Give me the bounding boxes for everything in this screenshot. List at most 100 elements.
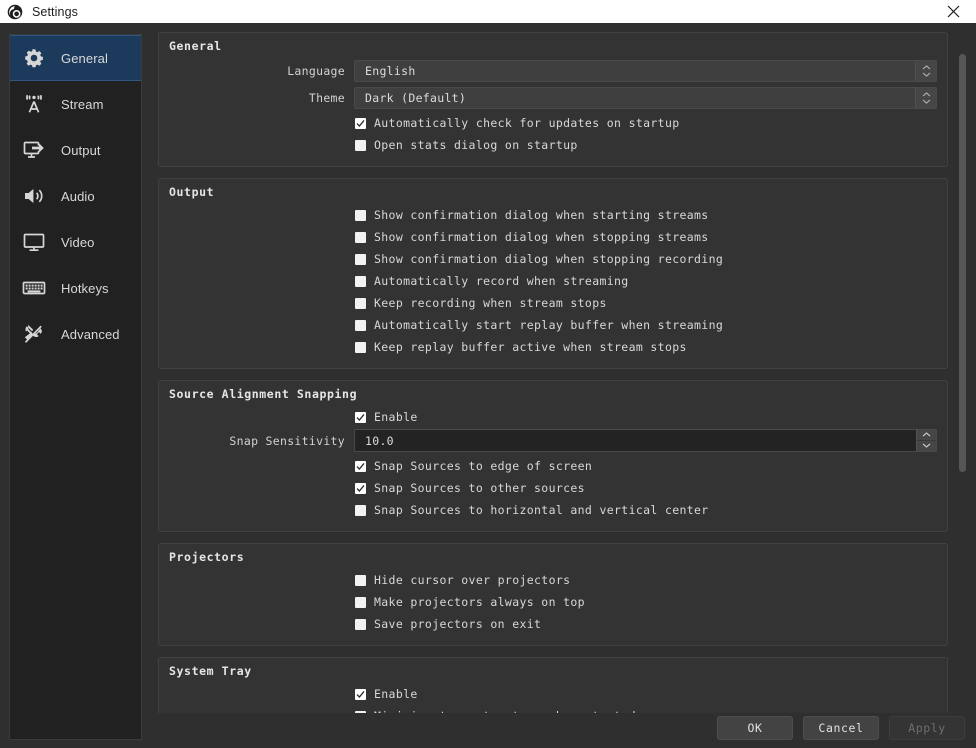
- spinbox-increment-icon[interactable]: [916, 430, 936, 441]
- field-row: Language English: [169, 58, 937, 83]
- checkbox-label: Keep recording when stream stops: [374, 296, 607, 310]
- tools-icon: [19, 319, 49, 349]
- group-title: Projectors: [169, 550, 245, 564]
- snap-sensitivity-spinbox[interactable]: 10.0: [354, 429, 937, 452]
- ok-button[interactable]: OK: [717, 716, 793, 740]
- sidebar-item-label: Output: [61, 142, 101, 158]
- spinbox-decrement-icon[interactable]: [916, 440, 936, 451]
- checkbox-checked-icon[interactable]: [355, 482, 366, 494]
- checkbox-unchecked-icon[interactable]: [355, 504, 366, 516]
- checkbox-row[interactable]: Snap Sources to horizontal and vertical …: [169, 499, 937, 521]
- chevron-up-down-icon[interactable]: [915, 60, 936, 81]
- checkbox-label: Snap Sources to horizontal and vertical …: [374, 503, 709, 517]
- combobox-value: English: [365, 63, 416, 78]
- title-bar: Settings: [0, 0, 976, 23]
- field-label: Theme: [308, 90, 345, 105]
- speaker-icon: [19, 181, 49, 211]
- spinbox-buttons: [916, 430, 936, 451]
- checkbox-row[interactable]: Snap Sources to edge of screen: [169, 455, 937, 477]
- checkbox-row[interactable]: Automatically check for updates on start…: [169, 112, 937, 134]
- vertical-scrollbar[interactable]: [957, 33, 968, 709]
- checkbox-unchecked-icon[interactable]: [355, 341, 366, 353]
- theme-combobox[interactable]: Dark (Default): [354, 86, 937, 109]
- checkbox-label: Make projectors always on top: [374, 595, 585, 609]
- scrollbar-thumb[interactable]: [959, 54, 966, 472]
- checkbox-row[interactable]: Snap Sources to other sources: [169, 477, 937, 499]
- checkbox-checked-icon[interactable]: [355, 411, 366, 423]
- gear-icon: [19, 43, 49, 73]
- dialog-body: General Stream Output Audio Video Hotkeys Adva…: [0, 23, 976, 748]
- checkbox-unchecked-icon[interactable]: [355, 253, 366, 265]
- group-system-tray: System Tray Enable Minimize to system tray…: [158, 657, 948, 713]
- sidebar-item-advanced[interactable]: Advanced: [10, 311, 141, 357]
- window-title: Settings: [32, 4, 78, 19]
- group-source-alignment-snapping: Source Alignment Snapping Enable Snap Sens…: [158, 380, 948, 532]
- checkbox-unchecked-icon[interactable]: [355, 710, 366, 713]
- checkbox-row[interactable]: Enable: [169, 683, 937, 705]
- checkbox-row[interactable]: Show confirmation dialog when starting s…: [169, 204, 937, 226]
- checkbox-row[interactable]: Automatically start replay buffer when s…: [169, 314, 937, 336]
- checkbox-label: Automatically record when streaming: [374, 274, 629, 288]
- settings-sidebar: General Stream Output Audio Video Hotkeys Adva…: [9, 34, 142, 740]
- group-projectors: Projectors Hide cursor over projectors Mak…: [158, 543, 948, 646]
- settings-groups: General Language English Theme Dark (Default…: [158, 32, 948, 713]
- checkbox-row[interactable]: Make projectors always on top: [169, 591, 937, 613]
- checkbox-label: Open stats dialog on startup: [374, 138, 578, 152]
- checkbox-unchecked-icon[interactable]: [355, 139, 366, 151]
- checkbox-label: Snap Sources to edge of screen: [374, 459, 593, 473]
- checkbox-label: Automatically check for updates on start…: [374, 116, 680, 130]
- checkbox-checked-icon[interactable]: [355, 460, 366, 472]
- checkbox-label: Automatically start replay buffer when s…: [374, 318, 724, 332]
- checkbox-row[interactable]: Show confirmation dialog when stopping r…: [169, 248, 937, 270]
- checkbox-row[interactable]: Hide cursor over projectors: [169, 569, 937, 591]
- checkbox-row[interactable]: Keep replay buffer active when stream st…: [169, 336, 937, 358]
- checkbox-unchecked-icon[interactable]: [355, 275, 366, 287]
- sidebar-item-audio[interactable]: Audio: [10, 173, 141, 219]
- checkbox-label: Keep replay buffer active when stream st…: [374, 340, 687, 354]
- checkbox-row[interactable]: Open stats dialog on startup: [169, 134, 937, 156]
- checkbox-row[interactable]: Enable: [169, 406, 937, 428]
- sidebar-item-stream[interactable]: Stream: [10, 81, 141, 127]
- sidebar-item-label: Advanced: [61, 326, 120, 342]
- checkbox-unchecked-icon[interactable]: [355, 297, 366, 309]
- checkbox-label: Save projectors on exit: [374, 617, 542, 631]
- checkbox-unchecked-icon[interactable]: [355, 319, 366, 331]
- checkbox-unchecked-icon[interactable]: [355, 574, 366, 586]
- checkbox-checked-icon[interactable]: [355, 117, 366, 129]
- combobox-value: Dark (Default): [365, 90, 467, 105]
- monitor-arrow-icon: [19, 135, 49, 165]
- checkbox-label: Enable: [374, 687, 418, 701]
- checkbox-checked-icon[interactable]: [355, 688, 366, 700]
- close-icon[interactable]: [930, 0, 976, 23]
- checkbox-unchecked-icon[interactable]: [355, 618, 366, 630]
- checkbox-label: Enable: [374, 410, 418, 424]
- group-title: Output: [169, 185, 215, 199]
- checkbox-label: Hide cursor over projectors: [374, 573, 571, 587]
- dialog-button-bar: OK Cancel Apply: [717, 716, 965, 740]
- cancel-button[interactable]: Cancel: [803, 716, 879, 740]
- language-combobox[interactable]: English: [354, 59, 937, 82]
- checkbox-row[interactable]: Keep recording when stream stops: [169, 292, 937, 314]
- sidebar-item-label: Audio: [61, 188, 95, 204]
- sidebar-item-label: Hotkeys: [61, 280, 109, 296]
- group-general: General Language English Theme Dark (Default…: [158, 32, 948, 167]
- checkbox-unchecked-icon[interactable]: [355, 596, 366, 608]
- checkbox-row[interactable]: Save projectors on exit: [169, 613, 937, 635]
- checkbox-label: Snap Sources to other sources: [374, 481, 585, 495]
- broadcast-icon: [19, 89, 49, 119]
- field-label: Language: [287, 63, 345, 78]
- sidebar-item-video[interactable]: Video: [10, 219, 141, 265]
- obs-logo-icon: [7, 4, 23, 20]
- field-label: Snap Sensitivity: [229, 433, 345, 448]
- sidebar-item-general[interactable]: General: [10, 35, 141, 81]
- checkbox-unchecked-icon[interactable]: [355, 231, 366, 243]
- checkbox-unchecked-icon[interactable]: [355, 209, 366, 221]
- checkbox-row[interactable]: Minimize to system tray when started: [169, 705, 937, 713]
- checkbox-label: Show confirmation dialog when stopping r…: [374, 252, 724, 266]
- checkbox-row[interactable]: Automatically record when streaming: [169, 270, 937, 292]
- sidebar-item-output[interactable]: Output: [10, 127, 141, 173]
- group-title: General: [169, 39, 222, 53]
- sidebar-item-hotkeys[interactable]: Hotkeys: [10, 265, 141, 311]
- checkbox-row[interactable]: Show confirmation dialog when stopping s…: [169, 226, 937, 248]
- chevron-up-down-icon[interactable]: [915, 87, 936, 108]
